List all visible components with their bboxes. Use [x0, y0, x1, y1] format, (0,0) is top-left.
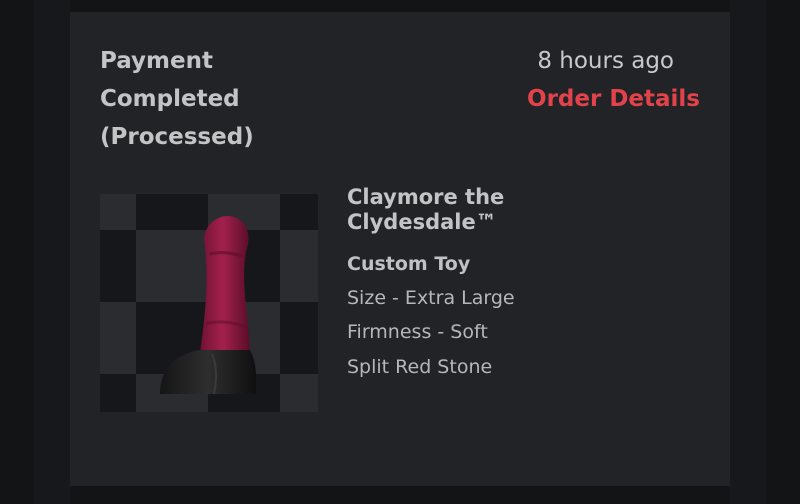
- product-image: [160, 216, 257, 395]
- product-option-color: Split Red Stone: [347, 356, 493, 378]
- product-thumbnail: [100, 194, 318, 412]
- product-option-size: Size - Extra Large: [347, 287, 515, 309]
- order-time: 8 hours ago: [537, 48, 674, 74]
- order-status: Payment Completed (Processed): [100, 48, 254, 150]
- order-card: Payment Completed (Processed) 8 hours ag…: [70, 12, 730, 486]
- left-background-strip: [34, 0, 70, 504]
- right-background-strip: [730, 0, 766, 504]
- product-name: Claymore the Clydesdale™: [347, 185, 505, 234]
- product-type: Custom Toy: [347, 253, 471, 275]
- product-option-firmness: Firmness - Soft: [347, 321, 488, 343]
- order-details-link[interactable]: Order Details: [527, 80, 700, 118]
